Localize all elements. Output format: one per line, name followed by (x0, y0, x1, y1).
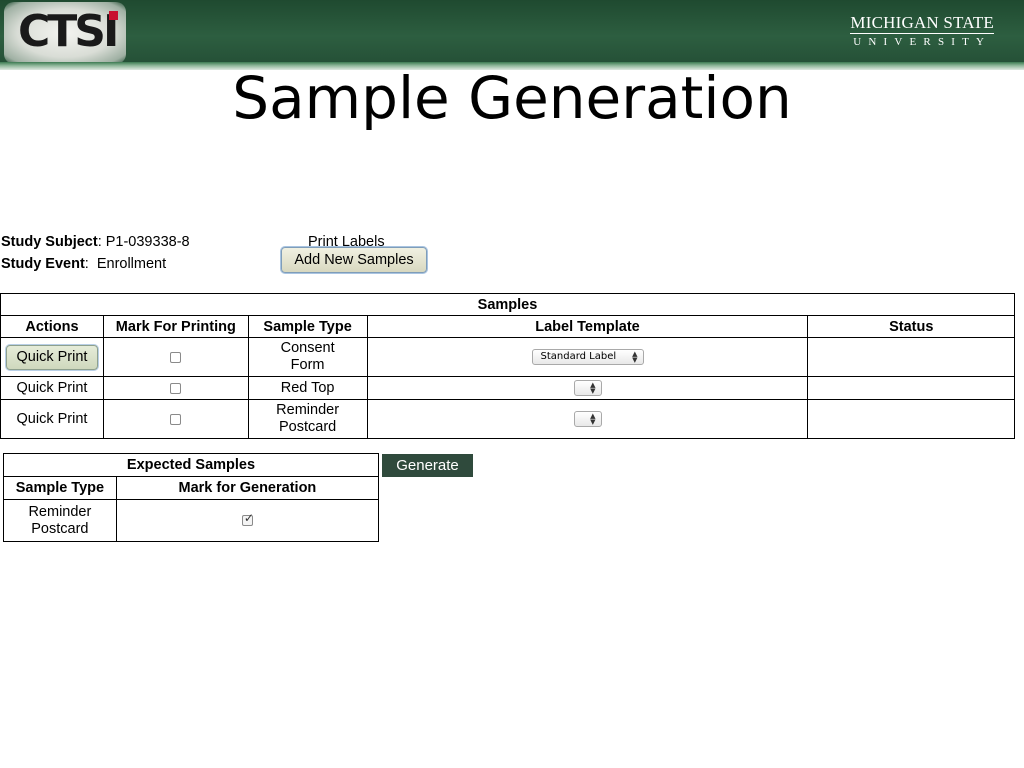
label-template-cell: ▲ ▼ (366, 399, 809, 439)
page-title: Sample Generation (232, 64, 792, 132)
study-event-row: Study Event: Enrollment (1, 256, 167, 272)
msu-divider (850, 33, 994, 34)
quick-print-button[interactable]: Quick Print (5, 344, 98, 370)
status-cell (807, 337, 1015, 377)
expected-samples-caption: Expected Samples (3, 453, 379, 477)
label-template-cell: Standard Label ▲ ▼ (366, 337, 809, 377)
sample-type-line1: Reminder (28, 503, 92, 520)
actions-cell: Quick Print (0, 399, 104, 439)
mark-for-printing-checkbox[interactable] (170, 351, 182, 363)
table-row: Quick Print Reminder Postcard ▲ ▼ (0, 399, 1015, 439)
mark-cell (102, 399, 249, 439)
table-row: Quick Print Red Top ▲ ▼ (0, 376, 1015, 400)
col-sample-type: Sample Type (3, 476, 117, 500)
mark-cell (102, 376, 249, 400)
quick-print-link[interactable]: Quick Print (17, 380, 88, 396)
expected-samples-table: Expected Samples Sample Type Mark for Ge… (3, 453, 380, 542)
col-sample-type: Sample Type (247, 315, 368, 338)
mark-for-printing-checkbox[interactable] (170, 382, 182, 394)
label-template-select[interactable]: ▲ ▼ (573, 380, 602, 397)
status-cell (807, 376, 1015, 400)
mark-cell (115, 499, 380, 542)
logo-text: CTSI (18, 6, 119, 57)
sample-type-line1: Consent (280, 340, 335, 356)
col-mark-for-printing: Mark For Printing (102, 315, 249, 338)
label-template-cell: ▲ ▼ (366, 376, 809, 400)
select-arrows-icon: ▲ ▼ (590, 381, 596, 396)
label-template-select[interactable]: Standard Label ▲ ▼ (531, 349, 644, 366)
study-event-label: Study Event (1, 256, 85, 272)
msu-university: UNIVERSITY (853, 36, 992, 48)
table-row: Quick Print Consent Form Standard Label ▲… (0, 337, 1015, 377)
sample-type-line1: Reminder (276, 402, 340, 418)
sample-type-line1: Red Top (280, 379, 335, 396)
status-cell (807, 399, 1015, 439)
samples-caption: Samples (0, 293, 1015, 316)
header-banner: CTSI MICHIGAN STATE UNIVERSITY (0, 0, 1024, 66)
sample-type-line2: Postcard (278, 419, 337, 435)
msu-logo: MICHIGAN STATE UNIVERSITY (850, 14, 994, 48)
sample-type-line2: Postcard (31, 520, 89, 537)
study-subject-value: : P1-039338-8 (97, 234, 190, 250)
col-mark-for-generation: Mark for Generation (115, 476, 380, 500)
table-row: Reminder Postcard (3, 499, 380, 542)
ctsi-logo: CTSI (4, 2, 126, 64)
sample-type-line2: Form (290, 357, 325, 373)
sample-type-cell: Reminder Postcard (3, 499, 117, 542)
actions-cell: Quick Print (0, 337, 104, 377)
study-event-value: Enrollment (96, 256, 167, 272)
select-arrows-icon: ▲ ▼ (632, 350, 638, 365)
col-status: Status (807, 315, 1015, 338)
mark-for-generation-checkbox[interactable] (241, 511, 254, 527)
study-subject-label: Study Subject (1, 234, 98, 250)
logo-dot (109, 11, 118, 20)
select-arrows-icon: ▲ ▼ (590, 412, 596, 427)
sample-type-cell: Red Top (247, 376, 368, 400)
samples-table: Samples Actions Mark For Printing Sample… (0, 293, 1015, 439)
label-template-select[interactable]: ▲ ▼ (573, 411, 602, 428)
col-label-template: Label Template (366, 315, 809, 338)
add-new-samples-button[interactable]: Add New Samples (281, 247, 427, 273)
sample-type-cell: Reminder Postcard (247, 399, 368, 439)
generate-button[interactable]: Generate (382, 454, 473, 477)
label-template-value: Standard Label (540, 351, 617, 363)
sample-type-cell: Consent Form (247, 337, 368, 377)
study-subject-row: Study Subject: P1-039338-8 (1, 234, 190, 250)
quick-print-link[interactable]: Quick Print (17, 411, 88, 427)
msu-name: MICHIGAN STATE (850, 13, 994, 32)
col-actions: Actions (0, 315, 104, 338)
mark-cell (102, 337, 249, 377)
actions-cell: Quick Print (0, 376, 104, 400)
mark-for-printing-checkbox[interactable] (170, 413, 182, 425)
